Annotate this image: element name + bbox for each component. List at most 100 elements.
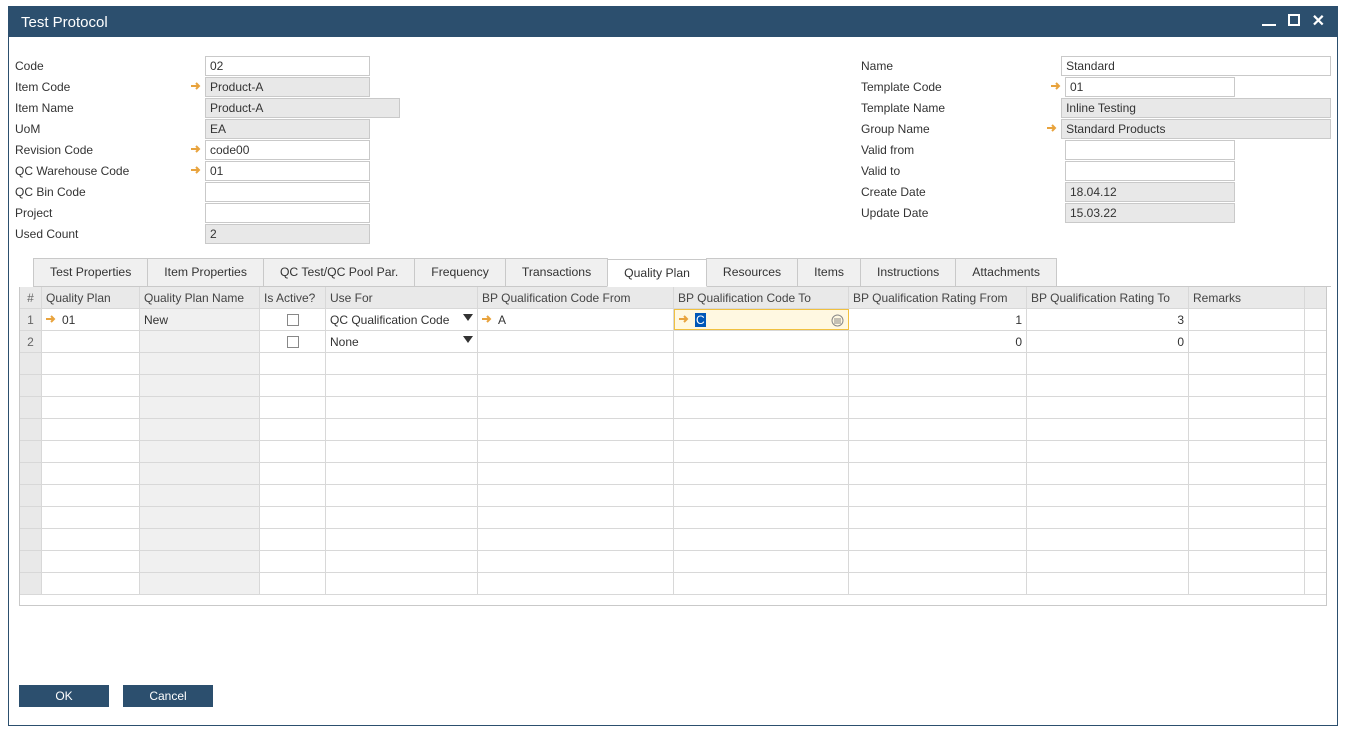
- tab-test-properties[interactable]: Test Properties: [33, 258, 148, 286]
- cancel-button[interactable]: Cancel: [123, 685, 213, 707]
- tab-quality-plan[interactable]: Quality Plan: [607, 259, 707, 287]
- col-header-remarks[interactable]: Remarks: [1189, 287, 1305, 308]
- tab-frequency[interactable]: Frequency: [414, 258, 506, 286]
- form-right-column: Name Template Code Template Name Group N…: [861, 55, 1331, 244]
- grid-header-row: # Quality Plan Quality Plan Name Is Acti…: [20, 287, 1326, 309]
- quality-plan-grid: # Quality Plan Quality Plan Name Is Acti…: [20, 287, 1326, 595]
- quality-plan-cell[interactable]: [42, 331, 140, 352]
- qc-bin-code-input[interactable]: [205, 182, 370, 202]
- row-number-cell[interactable]: 2: [20, 331, 42, 352]
- tab-items[interactable]: Items: [797, 258, 861, 286]
- update-date-label: Update Date: [861, 206, 1051, 220]
- col-header-is-active[interactable]: Is Active?: [260, 287, 326, 308]
- used-count-label: Used Count: [15, 227, 191, 241]
- link-arrow-icon[interactable]: [46, 313, 60, 327]
- revision-code-label: Revision Code: [15, 143, 191, 157]
- valid-to-label: Valid to: [861, 164, 1051, 178]
- tab-instructions[interactable]: Instructions: [860, 258, 956, 286]
- bp-qual-rating-from-cell[interactable]: 0: [849, 331, 1027, 352]
- bp-qual-rating-to-cell[interactable]: 0: [1027, 331, 1189, 352]
- link-arrow-icon[interactable]: [1047, 122, 1061, 136]
- link-arrow-icon[interactable]: [482, 313, 496, 327]
- item-name-input: [205, 98, 400, 118]
- used-count-input: [205, 224, 370, 244]
- bp-qual-rating-from-cell[interactable]: 1: [849, 309, 1027, 330]
- qc-warehouse-code-label: QC Warehouse Code: [15, 164, 191, 178]
- window-frame: Test Protocol ✕ Code Item Code: [8, 6, 1338, 726]
- revision-code-input[interactable]: [205, 140, 370, 160]
- col-header-use-for[interactable]: Use For: [326, 287, 478, 308]
- qc-bin-code-label: QC Bin Code: [15, 185, 191, 199]
- use-for-value: QC Qualification Code: [330, 313, 449, 327]
- qc-warehouse-code-input[interactable]: [205, 161, 370, 181]
- name-input[interactable]: [1061, 56, 1331, 76]
- table-row: [20, 507, 1326, 529]
- quality-plan-cell[interactable]: 01: [42, 309, 140, 330]
- table-row: 1 01 New QC Qualification Code: [20, 309, 1326, 331]
- choose-from-list-icon[interactable]: [831, 314, 844, 330]
- close-button[interactable]: ✕: [1312, 14, 1325, 30]
- col-header-bp-qual-code-to[interactable]: BP Qualification Code To: [674, 287, 849, 308]
- maximize-button[interactable]: [1288, 13, 1300, 31]
- link-arrow-icon[interactable]: [191, 143, 205, 157]
- is-active-cell[interactable]: [260, 309, 326, 330]
- link-arrow-icon[interactable]: [1051, 80, 1065, 94]
- col-header-quality-plan-name[interactable]: Quality Plan Name: [140, 287, 260, 308]
- bp-qual-code-to-cell[interactable]: [674, 331, 849, 352]
- tab-qc-test-pool[interactable]: QC Test/QC Pool Par.: [263, 258, 415, 286]
- remarks-cell[interactable]: [1189, 309, 1305, 330]
- create-date-input: [1065, 182, 1235, 202]
- quality-plan-name-cell: New: [140, 309, 260, 330]
- bp-qual-code-from-cell[interactable]: [478, 331, 674, 352]
- quality-plan-name-cell: [140, 331, 260, 352]
- minimize-button[interactable]: [1262, 13, 1276, 31]
- uom-label: UoM: [15, 122, 191, 136]
- valid-from-input[interactable]: [1065, 140, 1235, 160]
- chevron-down-icon[interactable]: [463, 314, 473, 321]
- bp-qual-code-to-cell[interactable]: C: [674, 309, 849, 330]
- code-label: Code: [15, 59, 191, 73]
- name-label: Name: [861, 59, 1047, 73]
- col-header-bp-qual-rating-to[interactable]: BP Qualification Rating To: [1027, 287, 1189, 308]
- update-date-input: [1065, 203, 1235, 223]
- valid-from-label: Valid from: [861, 143, 1051, 157]
- valid-to-input[interactable]: [1065, 161, 1235, 181]
- col-header-quality-plan[interactable]: Quality Plan: [42, 287, 140, 308]
- template-code-input[interactable]: [1065, 77, 1235, 97]
- bp-qual-code-from-cell[interactable]: A: [478, 309, 674, 330]
- group-name-label: Group Name: [861, 122, 1047, 136]
- link-arrow-icon[interactable]: [191, 80, 205, 94]
- is-active-cell[interactable]: [260, 331, 326, 352]
- row-number-cell[interactable]: 1: [20, 309, 42, 330]
- tab-attachments[interactable]: Attachments: [955, 258, 1057, 286]
- use-for-cell[interactable]: None: [326, 331, 478, 352]
- checkbox-icon[interactable]: [287, 314, 299, 326]
- ok-button[interactable]: OK: [19, 685, 109, 707]
- item-code-label: Item Code: [15, 80, 191, 94]
- table-row: [20, 419, 1326, 441]
- item-name-label: Item Name: [15, 101, 191, 115]
- item-code-input[interactable]: [205, 77, 370, 97]
- col-header-bp-qual-code-from[interactable]: BP Qualification Code From: [478, 287, 674, 308]
- use-for-cell[interactable]: QC Qualification Code: [326, 309, 478, 330]
- tab-resources[interactable]: Resources: [706, 258, 798, 286]
- footer-buttons: OK Cancel: [19, 685, 213, 707]
- link-arrow-icon[interactable]: [191, 164, 205, 178]
- chevron-down-icon[interactable]: [463, 336, 473, 343]
- col-header-num[interactable]: #: [20, 287, 42, 308]
- bp-qual-rating-to-cell[interactable]: 3: [1027, 309, 1189, 330]
- window-title: Test Protocol: [21, 14, 1262, 31]
- code-input[interactable]: [205, 56, 370, 76]
- group-name-input[interactable]: [1061, 119, 1331, 139]
- project-input[interactable]: [205, 203, 370, 223]
- project-label: Project: [15, 206, 191, 220]
- table-row: [20, 573, 1326, 595]
- tab-item-properties[interactable]: Item Properties: [147, 258, 264, 286]
- tab-transactions[interactable]: Transactions: [505, 258, 608, 286]
- remarks-cell[interactable]: [1189, 331, 1305, 352]
- checkbox-icon[interactable]: [287, 336, 299, 348]
- bp-qual-code-to-value: C: [695, 313, 706, 327]
- tab-strip: Test Properties Item Properties QC Test/…: [33, 258, 1331, 287]
- col-header-bp-qual-rating-from[interactable]: BP Qualification Rating From: [849, 287, 1027, 308]
- link-arrow-icon[interactable]: [679, 313, 693, 327]
